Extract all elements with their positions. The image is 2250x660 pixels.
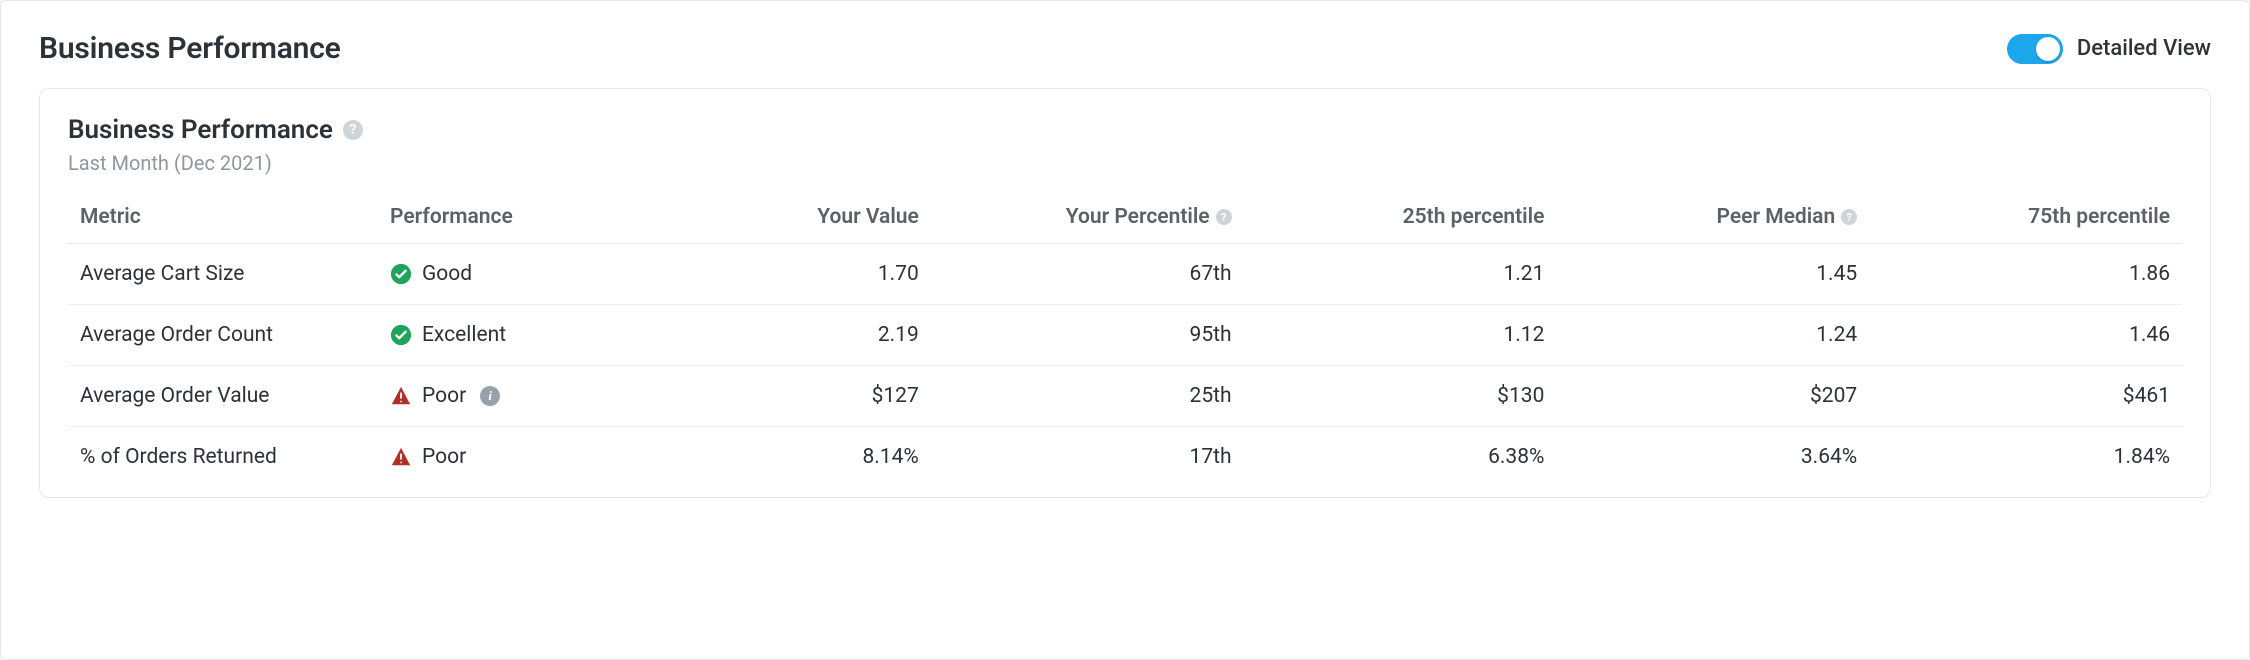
performance-label: Good [422, 262, 472, 286]
check-circle-icon [390, 324, 412, 346]
card-title-row: Business Performance ? [68, 115, 2182, 145]
table-row: Average Order ValuePoori$12725th$130$207… [68, 366, 2182, 427]
detailed-view-toggle-wrap: Detailed View [2007, 34, 2211, 64]
warning-triangle-icon [390, 385, 412, 407]
your-value-cell: 1.70 [618, 244, 931, 305]
check-circle-icon [390, 263, 412, 285]
col-header-performance: Performance [378, 201, 618, 244]
col-header-metric: Metric [68, 201, 378, 244]
help-icon[interactable]: ? [1216, 209, 1232, 225]
p25-cell: 1.12 [1244, 305, 1557, 366]
metric-cell: Average Cart Size [68, 244, 378, 305]
p75-cell: 1.84% [1869, 427, 2182, 488]
performance-label: Poor [422, 384, 466, 408]
peer-median-cell: 3.64% [1556, 427, 1869, 488]
p25-cell: 6.38% [1244, 427, 1557, 488]
help-icon[interactable]: ? [343, 120, 363, 140]
performance-label: Excellent [422, 323, 506, 347]
p25-cell: 1.21 [1244, 244, 1557, 305]
p75-cell: $461 [1869, 366, 2182, 427]
table-row: Average Cart Size Good 1.7067th1.211.451.8… [68, 244, 2182, 305]
metric-cell: Average Order Value [68, 366, 378, 427]
col-header-your-value: Your Value [618, 201, 931, 244]
performance-label: Poor [422, 445, 466, 469]
detailed-view-label: Detailed View [2077, 36, 2211, 61]
p75-cell: 1.46 [1869, 305, 2182, 366]
col-header-p25: 25th percentile [1244, 201, 1557, 244]
performance-card: Business Performance ? Last Month (Dec 2… [39, 88, 2211, 498]
col-header-p75: 75th percentile [1869, 201, 2182, 244]
your-percentile-cell: 95th [931, 305, 1244, 366]
performance-cell: Poori [378, 366, 618, 427]
col-header-peer-median: Peer Median ? [1556, 201, 1869, 244]
peer-median-cell: 1.24 [1556, 305, 1869, 366]
table-row: % of Orders Returned Poor 8.14%17th6.38%3.… [68, 427, 2182, 488]
your-percentile-cell: 25th [931, 366, 1244, 427]
p25-cell: $130 [1244, 366, 1557, 427]
metric-cell: Average Order Count [68, 305, 378, 366]
page-title: Business Performance [39, 31, 341, 66]
your-value-cell: 2.19 [618, 305, 931, 366]
p75-cell: 1.86 [1869, 244, 2182, 305]
toggle-knob [2036, 37, 2060, 61]
your-value-cell: $127 [618, 366, 931, 427]
table-header-row: Metric Performance Your Value Your Perce… [68, 201, 2182, 244]
detailed-view-toggle[interactable] [2007, 34, 2063, 64]
card-title: Business Performance [68, 115, 333, 145]
your-value-cell: 8.14% [618, 427, 931, 488]
performance-cell: Excellent [378, 305, 618, 366]
help-icon[interactable]: ? [1841, 209, 1857, 225]
header-row: Business Performance Detailed View [39, 31, 2211, 66]
peer-median-cell: 1.45 [1556, 244, 1869, 305]
col-header-your-percentile-label: Your Percentile [1066, 205, 1210, 229]
info-icon[interactable]: i [480, 386, 500, 406]
warning-triangle-icon [390, 446, 412, 468]
table-row: Average Order Count Excellent 2.1995th1.12… [68, 305, 2182, 366]
peer-median-cell: $207 [1556, 366, 1869, 427]
business-performance-panel: Business Performance Detailed View Busin… [0, 0, 2250, 660]
performance-table: Metric Performance Your Value Your Perce… [68, 201, 2182, 487]
performance-cell: Good [378, 244, 618, 305]
col-header-peer-median-label: Peer Median [1717, 205, 1836, 229]
your-percentile-cell: 17th [931, 427, 1244, 488]
performance-cell: Poor [378, 427, 618, 488]
card-subtitle: Last Month (Dec 2021) [68, 151, 2182, 175]
metric-cell: % of Orders Returned [68, 427, 378, 488]
col-header-your-percentile: Your Percentile ? [931, 201, 1244, 244]
your-percentile-cell: 67th [931, 244, 1244, 305]
